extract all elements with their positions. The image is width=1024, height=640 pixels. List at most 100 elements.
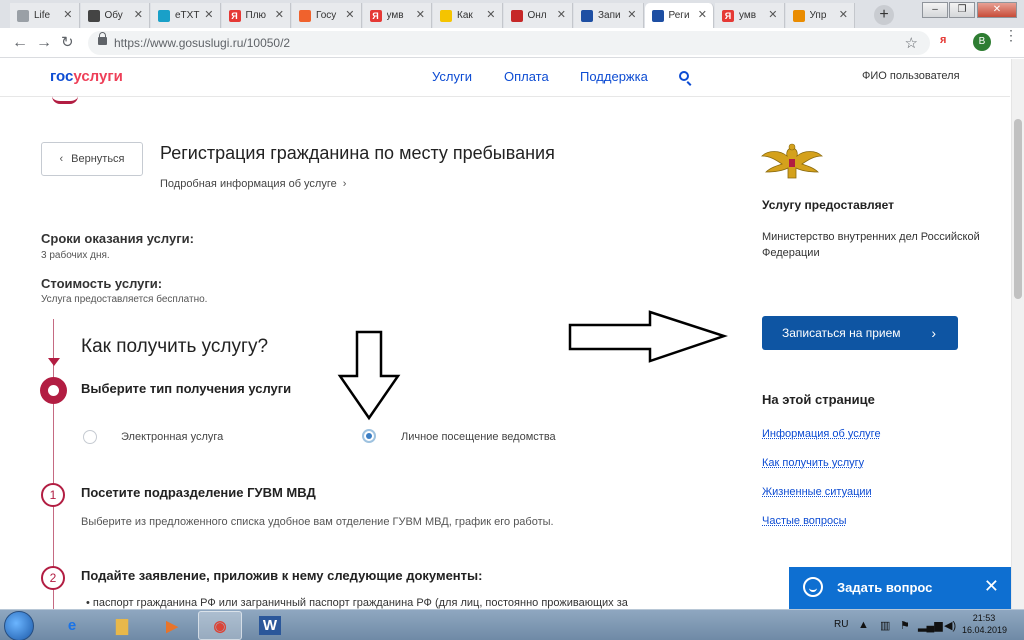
internet-explorer-icon[interactable]: e xyxy=(50,611,94,640)
logo-part-2: услуги xyxy=(73,68,123,85)
tab-label: умв xyxy=(739,10,757,21)
volume-icon[interactable]: ◀) xyxy=(944,619,956,632)
gosuslugi-logo[interactable]: госуслуги xyxy=(50,68,123,85)
search-icon[interactable] xyxy=(679,71,689,81)
tab-close-icon[interactable]: ✕ xyxy=(275,8,284,21)
chat-smiley-icon xyxy=(803,577,823,597)
back-button-label: Вернуться xyxy=(71,153,125,165)
new-tab-button[interactable]: + xyxy=(874,5,894,25)
tab-close-icon[interactable]: ✕ xyxy=(486,8,495,21)
browser-tab[interactable]: Яумв ✕ xyxy=(362,3,432,28)
browser-tab[interactable]: Онл ✕ xyxy=(503,3,573,28)
minimize-button[interactable]: – xyxy=(922,2,948,18)
close-icon[interactable]: ✕ xyxy=(984,576,999,597)
nav-services[interactable]: Услуги xyxy=(432,69,472,84)
flag-icon[interactable]: ⚑ xyxy=(900,619,910,632)
toc-link-faq[interactable]: Частые вопросы xyxy=(762,515,847,527)
tab-favicon-icon: Я xyxy=(722,9,734,22)
site-header: госуслуги Услуги Оплата Поддержка ФИО по… xyxy=(0,59,1010,97)
maximize-button[interactable]: ❐ xyxy=(949,2,975,18)
scrollbar-thumb[interactable] xyxy=(1014,119,1022,299)
browser-tab[interactable]: Как ✕ xyxy=(433,3,503,28)
browser-tab[interactable]: eTXT ✕ xyxy=(151,3,221,28)
nav-support[interactable]: Поддержка xyxy=(580,69,648,84)
signal-icon[interactable]: ▂▄▆ xyxy=(918,619,943,632)
address-bar[interactable]: https://www.gosuslugi.ru/10050/2 ☆ xyxy=(88,31,930,55)
tab-label: Плю xyxy=(245,10,267,21)
forward-arrow-icon[interactable]: → xyxy=(36,34,52,52)
right-arrow-annotation-icon xyxy=(568,310,728,363)
provider-heading: Услугу предоставляет xyxy=(762,198,895,212)
close-window-button[interactable]: ✕ xyxy=(977,2,1017,18)
media-player-icon[interactable]: ▶ xyxy=(150,611,194,640)
step-1-title: Посетите подразделение ГУВМ МВД xyxy=(81,485,316,500)
radio-electronic-label[interactable]: Электронная услуга xyxy=(121,431,223,443)
windows-taskbar: e ▇ ▶ ◉ W RU ▲ ▥ ⚑ ▂▄▆ ◀) xyxy=(0,609,1024,640)
browser-tab[interactable]: Реги ✕ xyxy=(644,3,714,28)
tab-close-icon[interactable]: ✕ xyxy=(839,8,848,21)
system-clock[interactable]: 21:53 16.04.2019 xyxy=(962,612,1007,636)
tab-close-icon[interactable]: ✕ xyxy=(204,8,213,21)
browser-tab[interactable]: Я Плю ✕ xyxy=(221,3,291,28)
toc-link-info[interactable]: Информация об услуге xyxy=(762,428,881,440)
toc-link-situations[interactable]: Жизненные ситуации xyxy=(762,486,872,498)
tab-close-icon[interactable]: ✕ xyxy=(698,8,707,21)
page-scrollbar[interactable] xyxy=(1011,59,1024,609)
radio-visit-label[interactable]: Личное посещение ведомства xyxy=(401,431,556,443)
tray-arrow-icon[interactable]: ▲ xyxy=(858,619,869,631)
more-info-link[interactable]: Подробная информация об услуге › xyxy=(160,178,346,190)
tab-label: Запи xyxy=(598,10,621,21)
tab-close-icon[interactable]: ✕ xyxy=(345,8,354,21)
browser-tab[interactable]: Life ✕ xyxy=(10,3,80,28)
lock-icon xyxy=(98,32,107,45)
browser-tab[interactable]: Упр ✕ xyxy=(785,3,855,28)
chevron-right-icon: › xyxy=(342,178,347,190)
tab-label: Обу xyxy=(104,10,123,21)
chevron-left-icon: ‹ xyxy=(59,153,64,165)
back-button[interactable]: ‹ Вернуться xyxy=(41,142,143,176)
tab-close-icon[interactable]: ✕ xyxy=(557,8,566,21)
back-arrow-icon[interactable]: ← xyxy=(12,34,28,52)
file-explorer-icon[interactable]: ▇ xyxy=(100,611,144,640)
nav-payment[interactable]: Оплата xyxy=(504,69,549,84)
chrome-icon[interactable]: ◉ xyxy=(198,611,242,640)
profile-avatar[interactable]: B xyxy=(973,33,991,51)
network-icon[interactable]: ▥ xyxy=(880,619,890,632)
ask-question-widget[interactable]: Задать вопрос ✕ xyxy=(789,567,1011,609)
tab-close-icon[interactable]: ✕ xyxy=(134,8,143,21)
logo-arc-decoration xyxy=(52,96,78,104)
user-name[interactable]: ФИО пользователя xyxy=(862,70,960,82)
tab-label: Госу xyxy=(316,10,337,21)
book-appointment-button[interactable]: Записаться на прием › xyxy=(762,316,958,350)
reload-icon[interactable]: ↻ xyxy=(61,34,74,52)
step-1-number: 1 xyxy=(41,483,65,507)
tab-label: Онл xyxy=(527,10,547,21)
radio-electronic[interactable] xyxy=(83,430,97,444)
tab-label: eTXT xyxy=(175,10,200,21)
language-indicator[interactable]: RU xyxy=(834,619,848,630)
tab-close-icon[interactable]: ✕ xyxy=(63,8,72,21)
chevron-right-icon: › xyxy=(931,325,936,341)
browser-tab[interactable]: Запи ✕ xyxy=(574,3,644,28)
tab-close-icon[interactable]: ✕ xyxy=(627,8,636,21)
browser-tab-strip: Life ✕ Обу ✕ eTXT ✕ Я Плю ✕ Госу ✕ Яумв ✕ Как ✕ Онл ✕ Зап… xyxy=(0,0,1024,28)
address-url[interactable]: https://www.gosuslugi.ru/10050/2 xyxy=(114,36,290,50)
bookmark-star-icon[interactable]: ☆ xyxy=(905,34,918,52)
browser-tab[interactable]: Госу ✕ xyxy=(292,3,362,28)
browser-tab[interactable]: Яумв ✕ xyxy=(715,3,785,28)
tab-close-icon[interactable]: ✕ xyxy=(416,8,425,21)
toc-link-how[interactable]: Как получить услугу xyxy=(762,457,864,469)
provider-name: Министерство внутренних дел Российской Ф… xyxy=(762,231,980,259)
start-button[interactable] xyxy=(4,611,34,640)
yandex-extension-icon[interactable]: я xyxy=(940,34,946,46)
word-icon[interactable]: W xyxy=(248,611,292,640)
browser-tab[interactable]: Обу ✕ xyxy=(80,3,150,28)
tab-favicon-icon xyxy=(17,9,29,22)
timeline-arrow-icon xyxy=(48,358,60,366)
tab-close-icon[interactable]: ✕ xyxy=(768,8,777,21)
tab-favicon-icon: Я xyxy=(228,9,241,22)
cost-label: Стоимость услуги: xyxy=(41,276,163,291)
browser-menu-icon[interactable]: ⋮ xyxy=(1004,28,1018,42)
radio-visit[interactable] xyxy=(362,429,376,443)
logo-part-1: гос xyxy=(50,68,74,85)
